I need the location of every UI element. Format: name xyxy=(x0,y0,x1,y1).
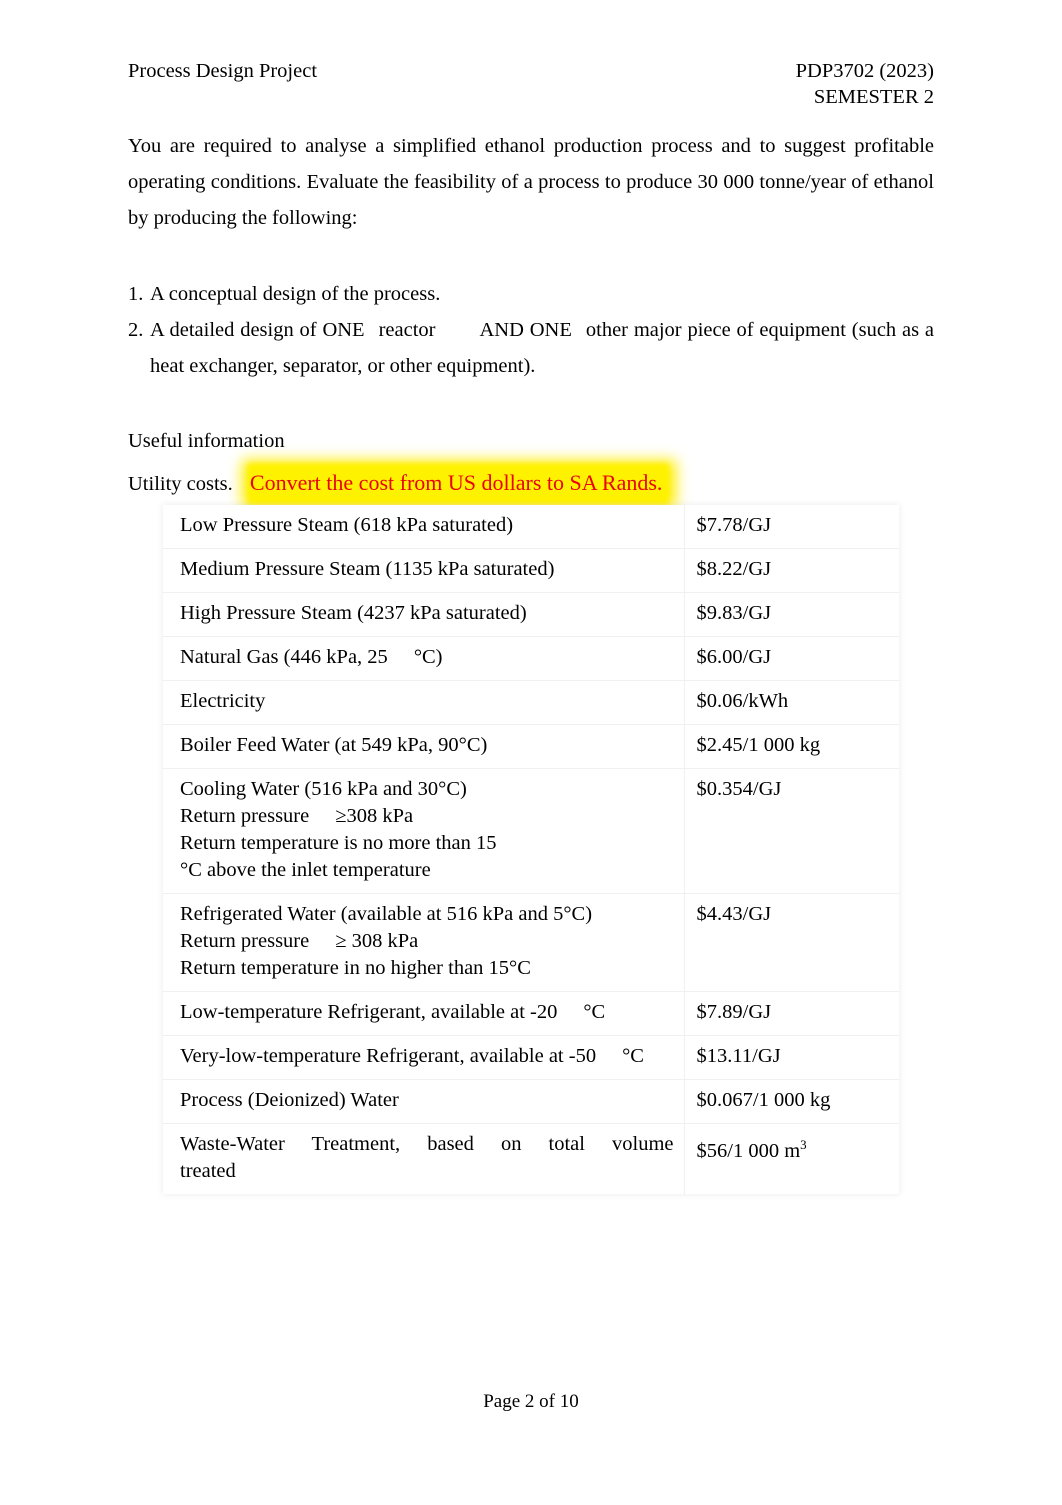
table-cell-price: $7.89/GJ xyxy=(684,991,899,1036)
utility-cost-table: Low Pressure Steam (618 kPa saturated) $… xyxy=(163,505,899,1194)
table-cell-item: Process (Deionized) Water xyxy=(163,1079,685,1124)
table-row: Boiler Feed Water (at 549 kPa, 90°C) $2.… xyxy=(163,724,899,769)
table-cell-item: High Pressure Steam (4237 kPa saturated) xyxy=(163,592,685,637)
table-cell-item: Medium Pressure Steam (1135 kPa saturate… xyxy=(163,548,685,593)
table-row: Low-temperature Refrigerant, available a… xyxy=(163,991,899,1036)
table-cell-price: $7.78/GJ xyxy=(684,505,899,549)
table-cell-item: Natural Gas (446 kPa, 25 °C) xyxy=(163,636,685,681)
table-cell-price: $13.11/GJ xyxy=(684,1035,899,1080)
table-cell-price: $56/1 000 m3 xyxy=(684,1124,899,1195)
table-row-cooling-water: Cooling Water (516 kPa and 30°C) Return … xyxy=(163,768,899,894)
table-cell-item-unit: °C) xyxy=(413,646,443,668)
annotation-highlight: Convert the cost from US dollars to SA R… xyxy=(241,460,677,507)
refrigerated-water-line-1: Refrigerated Water (available at 516 kPa… xyxy=(180,903,593,925)
requirements-list: 1. A conceptual design of the process. 2… xyxy=(128,276,934,384)
list-item: 2. A detailed design of ONE reactor AND ON… xyxy=(128,312,934,384)
waste-water-price: $56/1 000 m xyxy=(696,1139,801,1162)
cooling-water-return-temp-b: °C above the inlet temperature xyxy=(180,859,431,881)
header-course-code-block: PDP3702 (2023) SEMESTER 2 xyxy=(796,58,934,110)
refrigerated-water-return-pressure-value: ≥ 308 kPa xyxy=(335,930,419,952)
waste-water-line-1: Waste-Water Treatment, based on total vo… xyxy=(180,1133,674,1155)
table-row: High Pressure Steam (4237 kPa saturated)… xyxy=(163,592,899,637)
table-cell-item-unit: °C xyxy=(622,1045,644,1067)
table-cell-price: $2.45/1 000 kg xyxy=(684,724,899,769)
table-cell-item-text: Natural Gas (446 kPa, 25 xyxy=(180,646,388,668)
document-page: Process Design Project PDP3702 (2023) SE… xyxy=(0,0,1062,1505)
table-cell-item: Electricity xyxy=(163,680,685,725)
document-header: Process Design Project PDP3702 (2023) SE… xyxy=(128,58,934,110)
table-row: Process (Deionized) Water $0.067/1 000 k… xyxy=(163,1079,899,1124)
header-course-code: PDP3702 (2023) xyxy=(795,60,934,82)
cooling-water-return-temp-a: Return temperature is no more than 15 xyxy=(180,832,497,854)
table-cell-price: $9.83/GJ xyxy=(684,592,899,637)
list-item-number: 1. xyxy=(128,283,144,305)
cooling-water-return-pressure-value: ≥308 kPa xyxy=(335,805,414,827)
waste-water-price-exponent: 3 xyxy=(800,1137,807,1152)
table-cell-item-waste-water: Waste-Water Treatment, based on total vo… xyxy=(163,1123,685,1194)
table-row: Low Pressure Steam (618 kPa saturated) $… xyxy=(163,505,899,549)
cooling-water-line-1: Cooling Water (516 kPa and 30°C) xyxy=(180,778,467,800)
table-row: Medium Pressure Steam (1135 kPa saturate… xyxy=(163,548,899,593)
table-cell-price: $4.43/GJ xyxy=(684,893,899,992)
useful-information-label: Useful information xyxy=(128,430,285,452)
table-cell-item: Low Pressure Steam (618 kPa saturated) xyxy=(163,505,685,549)
table-cell-price: $0.354/GJ xyxy=(684,768,899,894)
page-footer: Page 2 of 10 xyxy=(483,1391,579,1412)
cooling-water-line-2: Return pressure ≥308 kPa xyxy=(180,803,674,830)
intro-paragraph: You are required to analyse a simplified… xyxy=(128,135,934,229)
table-cell-price: $0.06/kWh xyxy=(684,680,899,725)
table-cell-item-unit: °C xyxy=(583,1001,606,1023)
table-cell-price: $6.00/GJ xyxy=(684,636,899,681)
waste-water-line-2: treated xyxy=(180,1160,236,1182)
table-cell-item: Low-temperature Refrigerant, available a… xyxy=(163,991,685,1036)
list-item-number: 2. xyxy=(128,319,144,341)
list-item: 1. A conceptual design of the process. xyxy=(128,276,934,312)
list-item-segment-1: A detailed design of ONE xyxy=(150,319,365,341)
table-cell-price: $8.22/GJ xyxy=(684,548,899,593)
cooling-water-return-pressure-label: Return pressure xyxy=(180,805,310,827)
table-row: Very-low-temperature Refrigerant, availa… xyxy=(163,1035,899,1080)
list-item-segment-and-one: AND ONE xyxy=(479,319,572,341)
annotation-text: Convert the cost from US dollars to SA R… xyxy=(249,470,663,495)
list-item-text: A detailed design of ONE reactor AND ONE ot… xyxy=(150,312,934,384)
list-item-segment-reactor: reactor xyxy=(378,319,436,341)
utility-costs-label: Utility costs. xyxy=(128,473,233,495)
table-row: Electricity $0.06/kWh xyxy=(163,680,899,725)
table-cell-item-refrigerated-water: Refrigerated Water (available at 516 kPa… xyxy=(163,893,685,992)
refrigerated-water-return-pressure-label: Return pressure xyxy=(180,930,310,952)
refrigerated-water-line-3: Return temperature in no higher than 15°… xyxy=(180,957,531,979)
table-cell-item-text: Very-low-temperature Refrigerant, availa… xyxy=(180,1045,597,1067)
table-row-refrigerated-water: Refrigerated Water (available at 516 kPa… xyxy=(163,893,899,992)
refrigerated-water-line-2: Return pressure ≥ 308 kPa xyxy=(180,928,674,955)
header-course-title: Process Design Project xyxy=(128,60,318,82)
table-cell-item-text: Low-temperature Refrigerant, available a… xyxy=(180,1001,558,1023)
list-item-text: A conceptual design of the process. xyxy=(150,283,441,305)
table-cell-price: $0.067/1 000 kg xyxy=(684,1079,899,1124)
table-cell-item: Boiler Feed Water (at 549 kPa, 90°C) xyxy=(163,724,685,769)
table-cell-item: Very-low-temperature Refrigerant, availa… xyxy=(163,1035,685,1080)
utility-costs-line: Utility costs. Convert the cost from US … xyxy=(128,460,677,507)
table-cell-item-cooling-water: Cooling Water (516 kPa and 30°C) Return … xyxy=(163,768,685,894)
header-semester: SEMESTER 2 xyxy=(813,86,934,108)
table-row-waste-water: Waste-Water Treatment, based on total vo… xyxy=(163,1123,899,1195)
cooling-water-line-3: Return temperature is no more than 15 °C … xyxy=(180,830,674,884)
table-row: Natural Gas (446 kPa, 25 °C) $6.00/GJ xyxy=(163,636,899,681)
